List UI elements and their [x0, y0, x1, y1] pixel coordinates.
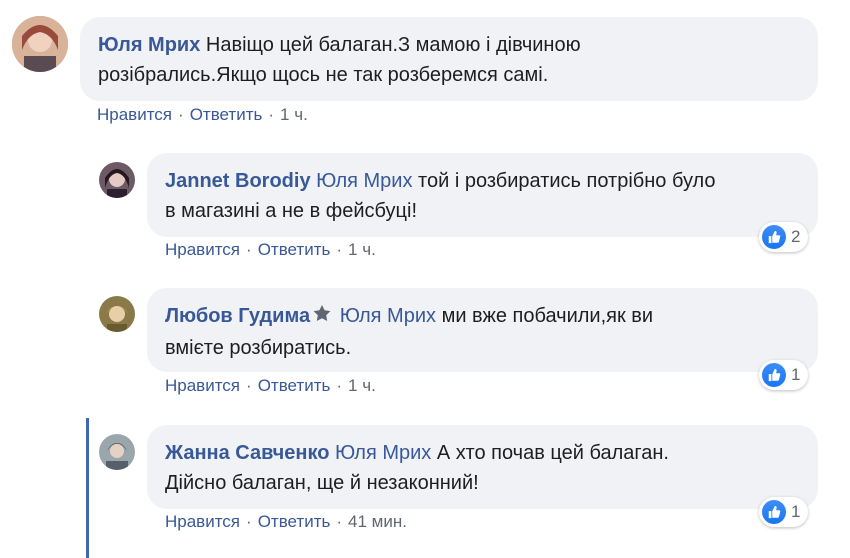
timestamp[interactable]: 1 ч. [348, 240, 376, 259]
comment-author[interactable]: Jannet Borodiy [165, 170, 311, 192]
comment-author[interactable]: Любов Гудима [165, 305, 310, 327]
reaction-count[interactable]: 1 [759, 360, 809, 390]
like-link[interactable]: Нравится [165, 240, 240, 259]
like-icon [762, 363, 786, 387]
reaction-count[interactable]: 2 [759, 222, 809, 252]
reaction-count[interactable]: 1 [759, 497, 809, 527]
like-link[interactable]: Нравится [97, 105, 172, 124]
comment-text: А хто почав цей балаган. [436, 442, 669, 464]
comment-text: вмієте розбиратись. [165, 337, 352, 359]
timestamp[interactable]: 1 ч. [348, 376, 376, 395]
thread-highlight-line [86, 418, 89, 558]
comment-actions: Нравится · Ответить · 1 ч. [97, 105, 308, 125]
comment-text: в магазині а не в фейсбуці! [165, 200, 418, 222]
timestamp[interactable]: 41 мин. [348, 512, 407, 531]
comment-actions: Нравится · Ответить · 1 ч. [165, 240, 376, 260]
comment-text: ми вже побачили,як ви [441, 305, 654, 327]
reply-link[interactable]: Ответить [258, 512, 331, 531]
comment-bubble: Юля Мрих Навіщо цей балаган.З мамою і ді… [80, 17, 818, 101]
avatar[interactable] [99, 162, 135, 198]
timestamp[interactable]: 1 ч. [280, 105, 308, 124]
separator: · [336, 376, 343, 395]
comment-actions: Нравится · Ответить · 1 ч. [165, 376, 376, 396]
mention-link[interactable]: Юля Мрих [340, 305, 436, 327]
separator: · [336, 512, 343, 531]
avatar[interactable] [12, 16, 68, 72]
comment-text: Навіщо цей балаган.З мамою і дівчиною [205, 34, 581, 56]
separator: · [246, 240, 252, 259]
comment-bubble: Жанна Савченко Юля Мрих А хто почав цей … [147, 425, 818, 509]
comment-text: той і розбиратись потрібно було [418, 170, 716, 192]
reply-link[interactable]: Ответить [258, 240, 331, 259]
comment-author[interactable]: Жанна Савченко [165, 442, 329, 464]
comment-text: розібрались.Якщо щось не так розберемся … [98, 64, 549, 86]
separator: · [268, 105, 275, 124]
comment-author[interactable]: Юля Мрих [98, 34, 200, 56]
separator: · [246, 376, 252, 395]
mention-link[interactable]: Юля Мрих [335, 442, 431, 464]
reply-link[interactable]: Ответить [190, 105, 263, 124]
separator: · [178, 105, 184, 124]
comment-bubble: Jannet Borodiy Юля Мрих той і розбиратис… [147, 153, 818, 237]
separator: · [246, 512, 252, 531]
like-icon [762, 500, 786, 524]
comment-text: Дійсно балаган, ще й незаконний! [165, 472, 479, 494]
reply-link[interactable]: Ответить [258, 376, 331, 395]
like-link[interactable]: Нравится [165, 512, 240, 531]
reaction-number: 2 [791, 227, 801, 246]
avatar[interactable] [99, 296, 135, 332]
reaction-number: 1 [791, 502, 801, 521]
avatar[interactable] [99, 434, 135, 470]
reaction-number: 1 [791, 365, 801, 384]
separator: · [336, 240, 343, 259]
comment-actions: Нравится · Ответить · 41 мин. [165, 512, 407, 532]
mention-link[interactable]: Юля Мрих [316, 170, 412, 192]
comment-bubble: Любов Гудима Юля Мрих ми вже побачили,як… [147, 288, 818, 372]
top-fan-badge-icon [312, 303, 332, 333]
like-icon [762, 225, 786, 249]
like-link[interactable]: Нравится [165, 376, 240, 395]
